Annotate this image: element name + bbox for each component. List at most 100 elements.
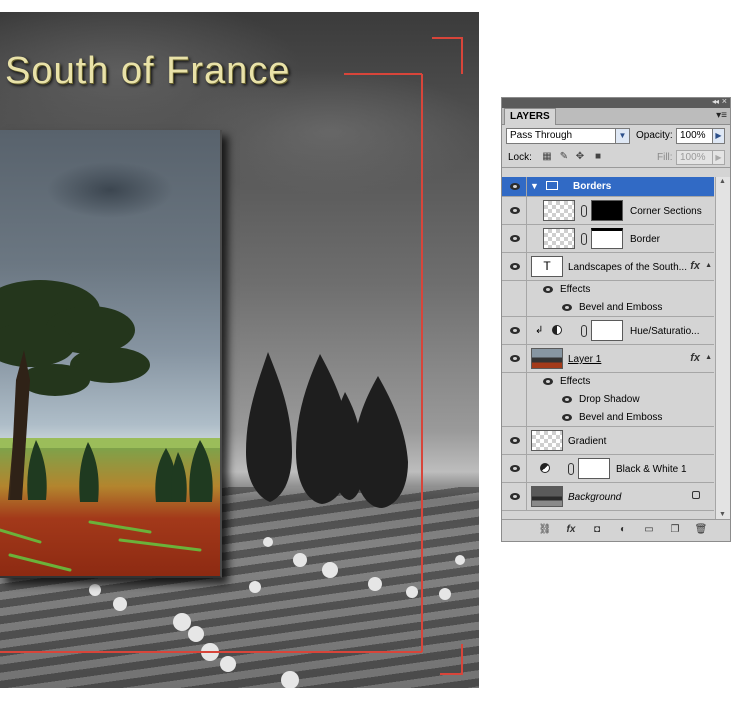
visibility-eye-icon[interactable] (541, 285, 555, 295)
opacity-slider-icon[interactable]: ▶ (712, 128, 725, 144)
effects-row[interactable]: Effects (502, 281, 714, 299)
layer-row-borders[interactable]: ▼ Borders (502, 177, 714, 197)
mask-thumbnail (591, 228, 623, 249)
layer-row-hue-saturation[interactable]: ↲ Hue/Saturatio... (502, 317, 714, 345)
fill-slider-icon[interactable]: ▶ (712, 150, 725, 165)
effects-label: Effects (560, 284, 591, 295)
lock-image-pixels-icon[interactable]: ✎ (559, 152, 569, 162)
new-adjustment-icon[interactable]: ◐ (616, 524, 630, 536)
expand-triangle-icon[interactable]: ▼ (530, 181, 539, 191)
fx-icon[interactable]: fx (690, 352, 700, 364)
blend-mode-value: Pass Through (510, 130, 573, 141)
effect-row-bevel[interactable]: Bevel and Emboss (502, 409, 714, 427)
link-chain-icon[interactable] (581, 233, 587, 245)
expand-effects-icon[interactable]: ▲ (705, 262, 712, 269)
effects-label: Effects (560, 376, 591, 387)
link-chain-icon[interactable] (568, 463, 574, 475)
lock-label: Lock: (508, 152, 532, 163)
new-layer-icon[interactable]: ❐ (668, 524, 682, 536)
effect-name: Drop Shadow (579, 394, 640, 405)
layer-name: Layer 1 (568, 354, 602, 365)
visibility-eye-icon[interactable] (508, 262, 522, 272)
visibility-eye-icon[interactable] (508, 182, 522, 192)
layer-name: Background (568, 492, 622, 503)
layer-name: Borders (573, 181, 612, 192)
lock-row: Lock: ▦ ✎ ✥ ■ Fill: 100% ▶ (502, 147, 730, 168)
effect-row-drop-shadow[interactable]: Drop Shadow (502, 391, 714, 409)
layer-thumbnail (543, 200, 575, 221)
effects-row[interactable]: Effects (502, 373, 714, 391)
mask-thumbnail (591, 200, 623, 221)
layers-list: ▼ Borders Corner Sections Border T Lands… (502, 177, 730, 519)
visibility-eye-icon[interactable] (508, 206, 522, 216)
opacity-input[interactable]: 100% (676, 128, 713, 144)
layer-name: Hue/Saturatio... (630, 326, 700, 337)
trash-icon[interactable]: 🗑 (694, 524, 708, 536)
layer-row-corner-sections[interactable]: Corner Sections (502, 197, 714, 225)
clipping-arrow-icon: ↲ (535, 325, 544, 336)
lock-icon (692, 491, 700, 499)
add-style-icon[interactable]: fx (564, 524, 578, 536)
layer-name: Landscapes of the South... (568, 262, 687, 273)
visibility-eye-icon[interactable] (508, 464, 522, 474)
layer-thumbnail (531, 486, 563, 507)
layer-thumbnail (531, 348, 563, 369)
lock-position-icon[interactable]: ✥ (575, 152, 585, 162)
visibility-eye-icon[interactable] (560, 303, 574, 313)
fx-icon[interactable]: fx (690, 260, 700, 272)
panel-titlebar[interactable]: ◂◂ × (502, 96, 730, 108)
add-mask-icon[interactable]: ◘ (590, 524, 604, 536)
visibility-eye-icon[interactable] (508, 436, 522, 446)
visibility-eye-icon[interactable] (541, 377, 555, 387)
link-chain-icon[interactable] (581, 205, 587, 217)
expand-effects-icon[interactable]: ▲ (705, 354, 712, 361)
effect-name: Bevel and Emboss (579, 412, 663, 423)
layer-thumbnail (531, 430, 563, 451)
layer-row-border[interactable]: Border (502, 225, 714, 253)
folder-icon (546, 181, 558, 190)
adjustment-icon (540, 463, 550, 473)
lock-transparent-pixels-icon[interactable]: ▦ (542, 152, 552, 162)
layer-row-layer-1[interactable]: Layer 1 fx ▲ (502, 345, 714, 373)
document-canvas[interactable]: South of France (0, 12, 479, 688)
layer-row-black-white[interactable]: Black & White 1 (502, 455, 714, 483)
tab-layers[interactable]: LAYERS (504, 108, 556, 125)
layer-name: Border (630, 234, 661, 245)
layers-panel: ◂◂ × LAYERS ▾≡ Pass Through ▼ Opacity: 1… (501, 96, 731, 542)
panel-footer: ⛓ fx ◘ ◐ ▭ ❐ 🗑 (502, 519, 730, 541)
new-group-icon[interactable]: ▭ (642, 524, 656, 536)
blend-mode-select[interactable]: Pass Through ▼ (506, 128, 630, 144)
layer-name: Black & White 1 (616, 464, 687, 475)
effect-row-bevel[interactable]: Bevel and Emboss (502, 299, 714, 317)
layer-row-gradient[interactable]: Gradient (502, 427, 714, 455)
visibility-eye-icon[interactable] (560, 413, 574, 423)
layer-row-text[interactable]: T Landscapes of the South... fx ▲ (502, 253, 714, 281)
layer-row-background[interactable]: Background (502, 483, 714, 511)
layer-thumbnail (543, 228, 575, 249)
visibility-eye-icon[interactable] (508, 354, 522, 364)
scroll-down-icon[interactable]: ▼ (719, 511, 726, 518)
collapse-icon[interactable]: ◂◂ (712, 97, 719, 106)
link-chain-icon[interactable] (581, 325, 587, 337)
lock-all-icon[interactable]: ■ (593, 152, 603, 162)
visibility-eye-icon[interactable] (508, 326, 522, 336)
scroll-up-icon[interactable]: ▲ (719, 178, 726, 185)
visibility-eye-icon[interactable] (508, 492, 522, 502)
color-photo-inset (0, 130, 222, 578)
layer-name: Gradient (568, 436, 607, 447)
adjustment-icon (552, 325, 562, 335)
visibility-eye-icon[interactable] (560, 395, 574, 405)
blend-row: Pass Through ▼ Opacity: 100% ▶ (502, 125, 730, 147)
effect-name: Bevel and Emboss (579, 302, 663, 313)
text-layer-thumbnail: T (531, 256, 563, 277)
mask-thumbnail (591, 320, 623, 341)
panel-menu-icon[interactable]: ▾≡ (716, 110, 727, 121)
visibility-eye-icon[interactable] (508, 234, 522, 244)
fill-input[interactable]: 100% (676, 150, 713, 165)
close-icon[interactable]: × (722, 96, 727, 106)
mask-thumbnail (578, 458, 610, 479)
chevron-down-icon[interactable]: ▼ (615, 129, 629, 143)
canvas-title-text: South of France (5, 50, 291, 92)
link-layers-icon[interactable]: ⛓ (538, 524, 552, 536)
layers-scrollbar[interactable]: ▲ ▼ (715, 177, 730, 519)
